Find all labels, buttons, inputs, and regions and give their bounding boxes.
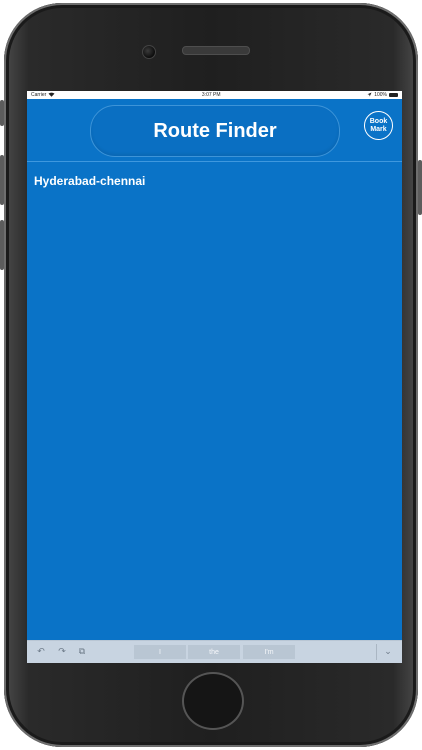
power-button <box>418 160 422 215</box>
mute-switch <box>0 100 4 126</box>
front-camera <box>142 45 156 59</box>
chevron-down-icon[interactable]: ⌄ <box>383 646 393 656</box>
wifi-icon <box>48 92 55 99</box>
status-time: 3:07 PM <box>201 92 221 98</box>
location-arrow-icon <box>367 92 372 99</box>
suggestion-3[interactable]: I'm <box>243 645 295 659</box>
phone-frame: Carrier 3:07 PM 100% Route Finder Book M… <box>4 3 418 747</box>
keyboard-shortcut-bar: ↶ ↷ ⧉ I the I'm ⌄ <box>27 640 402 663</box>
suggestion-2[interactable]: the <box>188 645 240 659</box>
paste-icon[interactable]: ⧉ <box>77 646 87 656</box>
route-list-item[interactable]: Hyderabad-chennai <box>34 174 145 188</box>
bookmark-label-line2: Mark <box>370 125 387 133</box>
battery-percent: 100% <box>374 92 387 98</box>
home-button[interactable] <box>182 672 244 730</box>
navigation-bar: Route Finder Book Mark <box>27 99 402 161</box>
battery-icon <box>388 93 398 97</box>
app-screen: Carrier 3:07 PM 100% Route Finder Book M… <box>27 91 402 663</box>
volume-up-button <box>0 155 4 205</box>
status-bar: Carrier 3:07 PM 100% <box>27 91 402 99</box>
undo-icon[interactable]: ↶ <box>36 646 46 656</box>
keyboard-bar-divider <box>376 644 377 660</box>
bookmark-label-line1: Book <box>369 117 388 125</box>
carrier-label: Carrier <box>31 92 47 98</box>
route-list: Hyderabad-chennai <box>27 162 402 640</box>
earpiece-speaker <box>182 46 250 55</box>
suggestion-1[interactable]: I <box>134 645 186 659</box>
volume-down-button <box>0 220 4 270</box>
page-title: Route Finder <box>90 105 340 157</box>
bookmark-button[interactable]: Book Mark <box>364 111 393 140</box>
redo-icon[interactable]: ↷ <box>57 646 67 656</box>
